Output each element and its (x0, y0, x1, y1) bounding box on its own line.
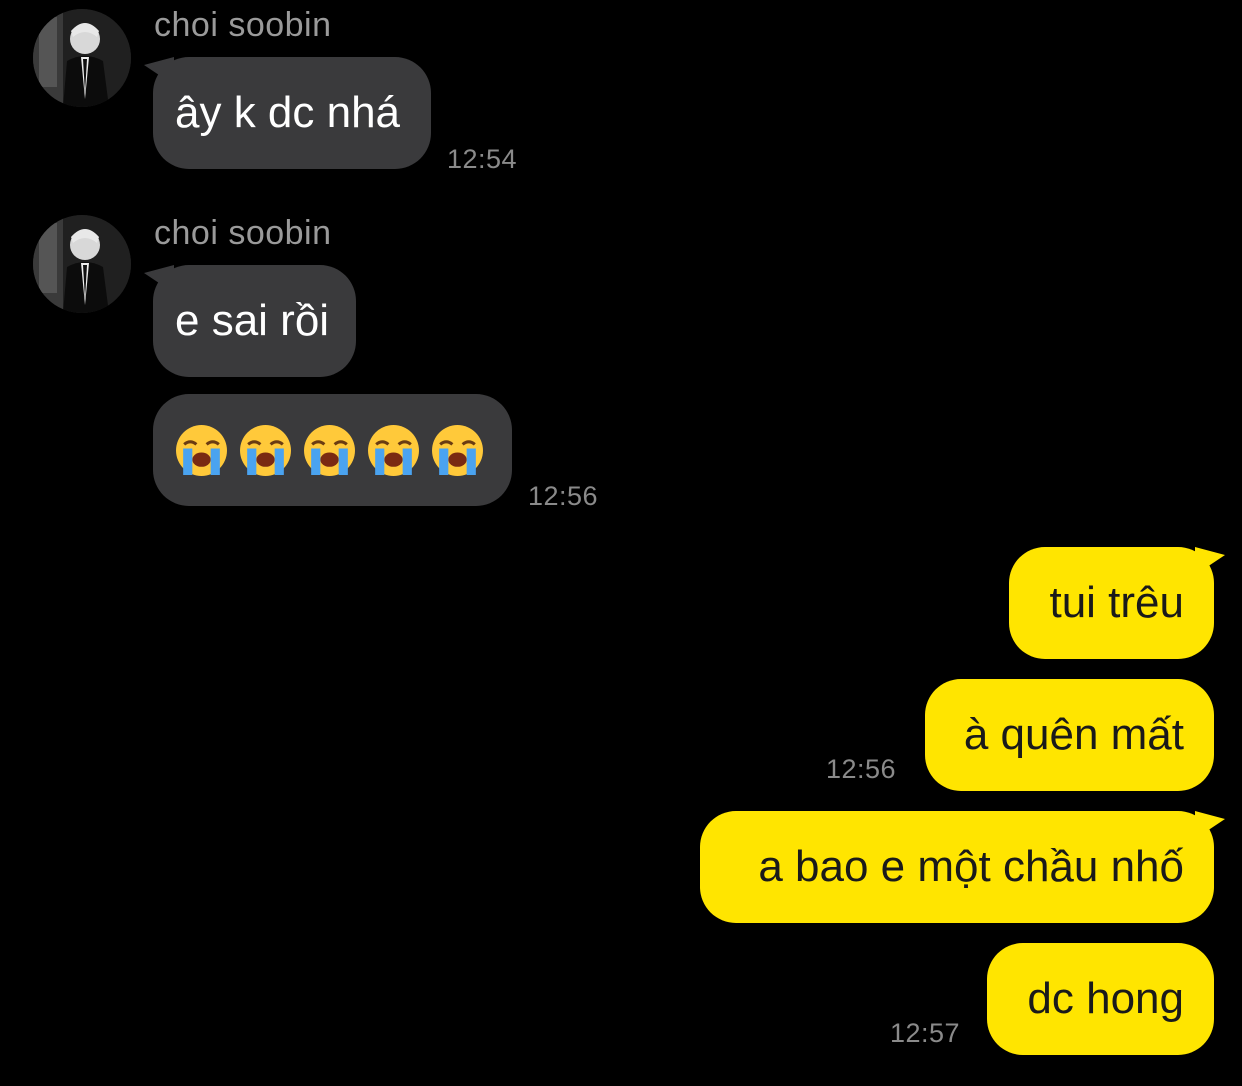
outgoing-message-bubble[interactable]: à quên mất (925, 679, 1214, 791)
bubble-tail-icon (1195, 811, 1225, 839)
message-text: dc hong (1027, 974, 1184, 1023)
outgoing-message-bubble[interactable]: a bao e một chầu nhố (700, 811, 1225, 923)
bubble-tail-icon (144, 265, 174, 293)
loudly-crying-face-emoji-icon (240, 424, 291, 476)
message-timestamp: 12:57 (890, 1018, 961, 1048)
outgoing-message-bubble[interactable]: dc hong (987, 943, 1214, 1055)
incoming-message-bubble[interactable]: ây k dc nhá (144, 57, 431, 169)
sender-name: choi soobin (154, 6, 332, 44)
message-timestamp: 12:56 (528, 481, 599, 511)
bubble-tail-icon (1195, 547, 1225, 575)
message-text: a bao e một chầu nhố (758, 842, 1184, 891)
loudly-crying-face-emoji-icon (368, 424, 419, 476)
sender-avatar[interactable] (33, 215, 131, 313)
loudly-crying-face-emoji-icon (432, 424, 483, 476)
message-text: à quên mất (963, 710, 1184, 759)
profile-photo-icon (33, 9, 131, 107)
message-timestamp: 12:56 (826, 754, 897, 784)
emoji-message (175, 394, 490, 506)
message-timestamp: 12:54 (447, 144, 518, 174)
loudly-crying-face-emoji-icon (304, 424, 355, 476)
profile-photo-icon (33, 215, 131, 313)
outgoing-message-bubble[interactable]: tui trêu (1009, 547, 1225, 659)
incoming-emoji-bubble[interactable] (153, 394, 512, 506)
message-text: ây k dc nhá (175, 88, 401, 137)
message-text: tui trêu (1049, 578, 1184, 627)
incoming-message-bubble[interactable]: e sai rồi (144, 265, 356, 377)
message-text: e sai rồi (175, 296, 330, 345)
sender-avatar[interactable] (33, 9, 131, 107)
bubble-tail-icon (144, 57, 174, 85)
sender-name: choi soobin (154, 214, 332, 252)
loudly-crying-face-emoji-icon (176, 424, 227, 476)
